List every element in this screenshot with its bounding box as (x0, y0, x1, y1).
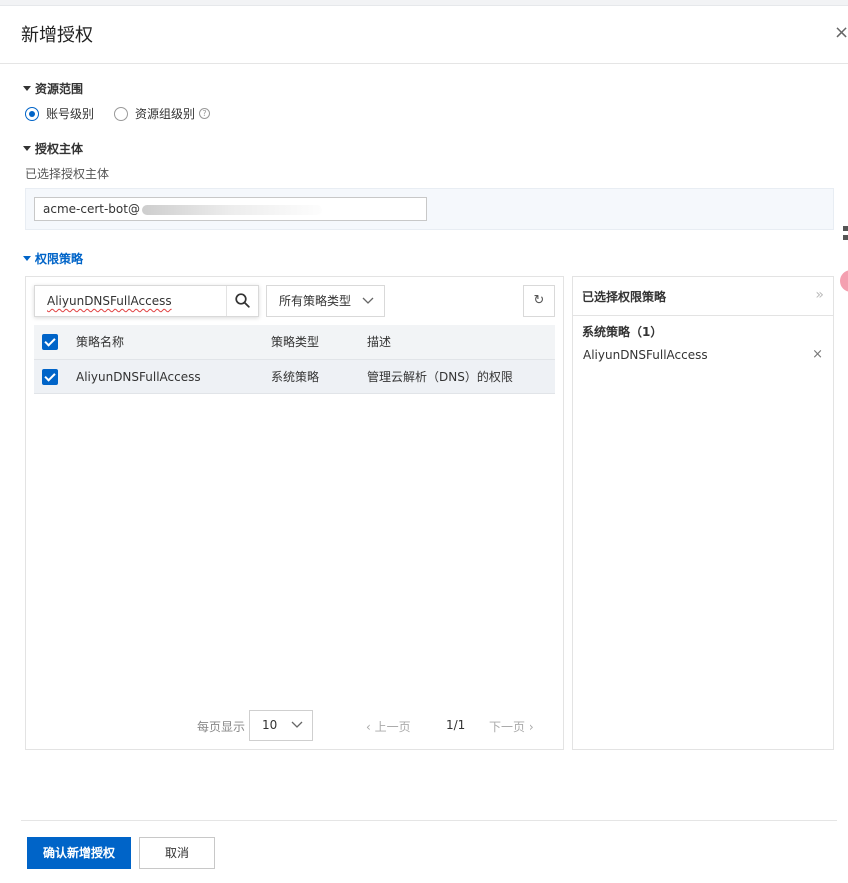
selected-principal-label: 已选择授权主体 (25, 167, 110, 181)
radio-checked-icon (25, 106, 39, 121)
search-button[interactable] (226, 286, 258, 316)
chevron-down-icon (362, 297, 374, 304)
policy-description-cell: 管理云解析（DNS）的权限 (367, 370, 513, 384)
chevron-left-icon: ‹ (366, 720, 371, 734)
table-row[interactable]: AliyunDNSFullAccess 系统策略 管理云解析（DNS）的权限 (34, 359, 555, 394)
policy-type-select[interactable]: 所有策略类型 (266, 285, 385, 317)
principal-section-toggle[interactable]: 授权主体 (23, 140, 83, 157)
drag-handle-icon[interactable] (843, 226, 848, 246)
chevron-down-icon (291, 721, 303, 728)
footer-divider (21, 820, 837, 821)
radio-account-level[interactable]: 账号级别 (25, 105, 94, 122)
resource-scope-radio-group: 账号级别 资源组级别 ? (25, 105, 230, 122)
principal-value: acme-cert-bot@ (43, 202, 140, 216)
principal-box: acme-cert-bot@ (25, 188, 834, 230)
policy-type-select-value: 所有策略类型 (279, 294, 352, 308)
refresh-button[interactable]: ↻ (523, 285, 555, 317)
dialog-title: 新增授权 (21, 25, 93, 46)
policy-search: AliyunDNSFullAccess (34, 285, 259, 317)
search-icon (235, 293, 250, 308)
policy-name-cell: AliyunDNSFullAccess (76, 370, 201, 384)
next-page-label: 下一页 (489, 720, 526, 734)
chevron-right-icon: › (528, 720, 534, 734)
radio-resource-group-level[interactable]: 资源组级别 ? (114, 105, 211, 122)
radio-unchecked-icon (114, 106, 129, 121)
page-size-select[interactable]: 10 (249, 710, 313, 741)
column-header-name: 策略名称 (76, 335, 125, 349)
policy-type-cell: 系统策略 (271, 370, 320, 384)
principal-heading: 授权主体 (35, 142, 84, 156)
selected-policies-panel: 已选择权限策略 » 系统策略（1） AliyunDNSFullAccess × (572, 276, 834, 750)
principal-field[interactable]: acme-cert-bot@ (34, 197, 427, 221)
refresh-icon: ↻ (533, 293, 545, 308)
cancel-button[interactable]: 取消 (139, 837, 215, 869)
radio-label: 资源组级别 (135, 107, 196, 121)
per-page-label: 每页显示 (197, 720, 246, 734)
prev-page-button[interactable]: ‹ 上一页 (366, 718, 411, 735)
floating-assistant-icon[interactable] (840, 270, 848, 292)
resource-scope-heading: 资源范围 (35, 82, 84, 96)
policy-list-panel: AliyunDNSFullAccess 所有策略类型 ↻ 策略名称 策略类型 描… (25, 276, 564, 750)
caret-down-icon (23, 146, 31, 151)
selected-policies-title: 已选择权限策略 (582, 290, 667, 304)
group-label: 系统策略 (582, 325, 631, 339)
close-icon[interactable]: × (834, 23, 848, 43)
next-page-button[interactable]: 下一页 › (489, 718, 534, 735)
selected-policy-item: AliyunDNSFullAccess (583, 348, 708, 362)
prev-page-label: 上一页 (374, 720, 411, 734)
policy-search-input[interactable]: AliyunDNSFullAccess (47, 294, 172, 308)
resource-scope-section-toggle[interactable]: 资源范围 (23, 80, 83, 97)
column-header-description: 描述 (367, 335, 392, 349)
remove-icon[interactable]: × (812, 347, 823, 362)
policies-heading: 权限策略 (35, 252, 84, 266)
confirm-add-button[interactable]: 确认新增授权 (27, 837, 131, 869)
caret-down-icon (23, 256, 31, 261)
group-count: （1） (630, 325, 663, 339)
pagination: 每页显示 10 ‹ 上一页 1/1 下一页 › (26, 709, 565, 741)
help-icon[interactable]: ? (199, 108, 211, 119)
policy-table-header: 策略名称 策略类型 描述 (34, 325, 555, 359)
dialog-header: 新增授权 × (0, 6, 848, 64)
policies-section-toggle[interactable]: 权限策略 (23, 250, 83, 267)
row-checkbox[interactable] (42, 369, 58, 385)
column-header-type: 策略类型 (271, 335, 320, 349)
selected-policies-header: 已选择权限策略 » (573, 277, 833, 316)
radio-label: 账号级别 (46, 107, 95, 121)
select-all-checkbox[interactable] (42, 334, 58, 350)
redacted-text (141, 204, 322, 215)
page-indicator: 1/1 (446, 718, 466, 732)
caret-down-icon (23, 86, 31, 91)
collapse-icon[interactable]: » (815, 287, 824, 303)
selected-policy-group: 系统策略（1） (582, 323, 662, 340)
page-size-value: 10 (262, 718, 278, 732)
